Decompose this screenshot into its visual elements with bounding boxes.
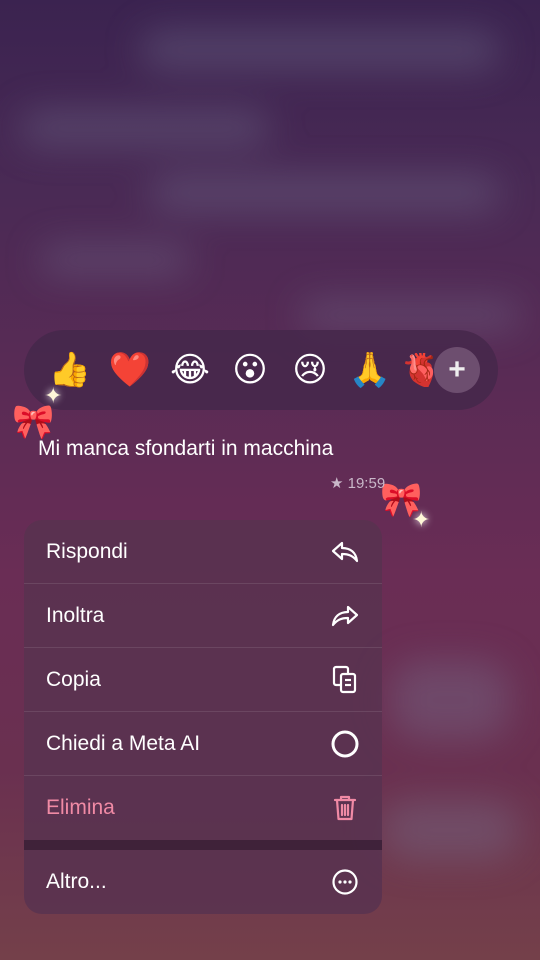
menu-item-elimina[interactable]: Elimina (24, 776, 382, 840)
menu-item-label: Rispondi (46, 539, 128, 563)
heart-reaction[interactable]: ❤️ (100, 353, 160, 387)
plus-icon: + (448, 353, 466, 386)
menu-item-label: Altro... (46, 870, 107, 893)
copy-icon (330, 665, 360, 695)
message-text: Mi manca sfondarti in macchina (38, 437, 334, 460)
menu-separator (24, 840, 382, 850)
menu-item-label: Chiedi a Meta AI (46, 731, 201, 755)
menu-item-inoltra[interactable]: Inoltra (24, 584, 382, 648)
reaction-bar: 👍 ❤️ 😂 😮 😢 🙏 🫀 + (24, 330, 498, 410)
menu-item-label: Copia (46, 667, 101, 691)
laughing-reaction[interactable]: 😂 (160, 353, 220, 387)
reply-icon (330, 537, 360, 567)
praying-hands-reaction[interactable]: 🙏 (340, 353, 400, 387)
message-time: 19:59 (347, 475, 386, 492)
more-icon (330, 867, 360, 897)
context-menu: Rispondi Inoltra Copia Chiedi a Meta AI (24, 520, 382, 914)
starred-icon: ★ (330, 475, 344, 492)
menu-item-altro[interactable]: Altro... (24, 850, 382, 914)
menu-item-label: Elimina (46, 796, 115, 819)
crying-reaction[interactable]: 😢 (280, 353, 340, 387)
message-meta: ★ 19:59 (330, 474, 385, 492)
more-reactions-button[interactable]: + (434, 347, 480, 393)
sparkle-icon: ✦ (412, 508, 431, 533)
surprised-reaction[interactable]: 😮 (220, 353, 280, 387)
thumbs-up-reaction[interactable]: 👍 (40, 353, 100, 387)
menu-item-meta-ai[interactable]: Chiedi a Meta AI (24, 712, 382, 776)
menu-item-copia[interactable]: Copia (24, 648, 382, 712)
forward-icon (330, 601, 360, 631)
sparkle-icon: ✦ (44, 384, 63, 409)
trash-icon (330, 793, 360, 823)
menu-item-rispondi[interactable]: Rispondi (24, 520, 382, 584)
meta-ai-icon (330, 729, 360, 759)
menu-item-label: Inoltra (46, 603, 105, 627)
